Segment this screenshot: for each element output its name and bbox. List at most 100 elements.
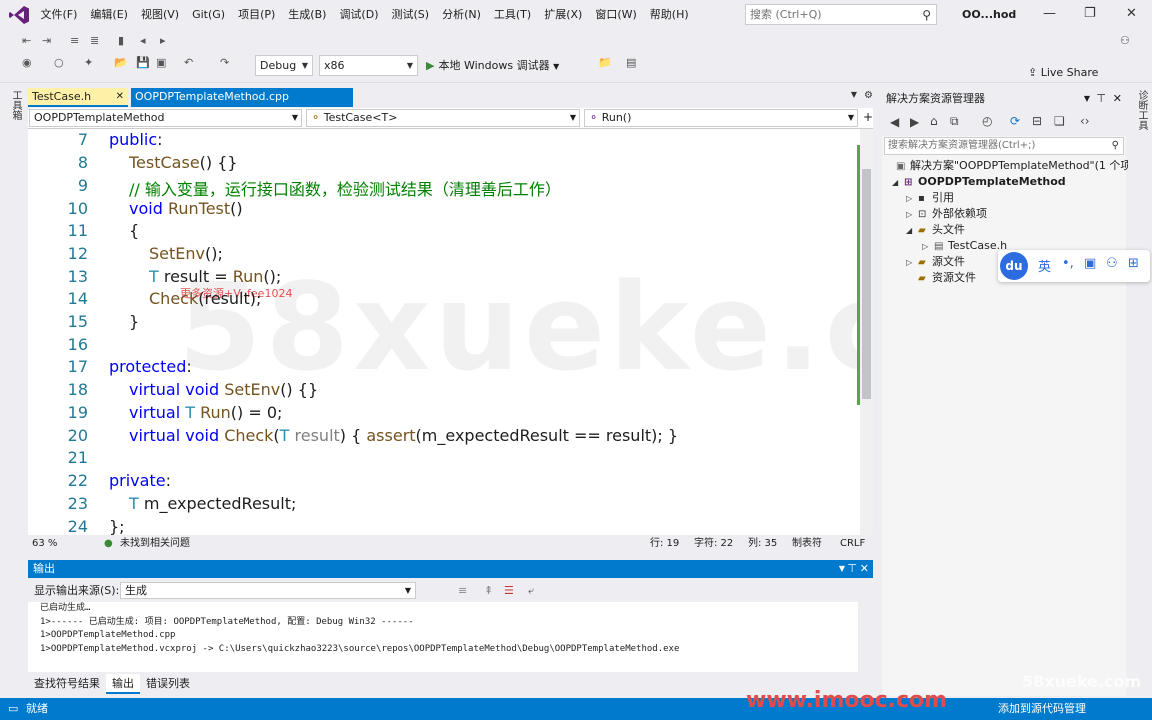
panel-menu-icon[interactable]: ▼	[1084, 88, 1090, 110]
menu-debug[interactable]: 调试(D)	[333, 0, 385, 30]
bookmark-icon[interactable]: ▮	[118, 34, 124, 47]
menu-file[interactable]: 文件(F)	[34, 0, 84, 30]
clear-all-icon[interactable]: ☰	[504, 584, 514, 597]
goto-prev-icon[interactable]: ⇞	[484, 584, 493, 597]
code-token: T	[185, 403, 201, 422]
start-debugging-button[interactable]: ▶ 本地 Windows 调试器 ▼	[426, 57, 559, 73]
scrollbar-thumb[interactable]	[862, 169, 871, 399]
tabs-indicator[interactable]: 制表符	[792, 535, 822, 552]
menu-edit[interactable]: 编辑(E)	[84, 0, 135, 30]
collapse-all-icon[interactable]: ⊟	[1032, 114, 1042, 128]
code-view-icon[interactable]: ‹›	[1080, 114, 1090, 128]
restore-icon[interactable]: ❐	[1084, 6, 1096, 21]
back-icon[interactable]: ◀	[890, 115, 899, 129]
indent-icon[interactable]: ⇥	[42, 34, 51, 47]
configuration-select[interactable]: Debug ▼	[255, 55, 313, 76]
back-icon[interactable]: ◉	[22, 56, 32, 69]
tab-oopdp-cpp[interactable]: OOPDPTemplateMethod.cpp	[131, 88, 353, 107]
ime-language[interactable]: 英	[1038, 256, 1051, 275]
tree-header-files-node[interactable]: ◢ ▰ 头文件	[906, 222, 965, 238]
tab-testcase-h[interactable]: TestCase.h ✕	[28, 88, 128, 107]
uncomment-icon[interactable]: ≣	[90, 34, 99, 47]
toolbox-tab[interactable]: 工具箱	[8, 90, 23, 120]
pending-changes-icon[interactable]: ◴	[982, 114, 992, 128]
show-all-files-icon[interactable]: ❏	[1054, 114, 1065, 128]
menu-analyze[interactable]: 分析(N)	[436, 0, 488, 30]
undo-icon[interactable]: ↶	[184, 56, 193, 69]
close-panel-icon[interactable]: ✕	[860, 560, 869, 578]
align-icon[interactable]: ⇤	[22, 34, 31, 47]
char-indicator: 字符: 22	[694, 538, 734, 549]
output-source-select[interactable]: 生成 ▼	[120, 582, 416, 599]
toolbox-icon[interactable]: ▣	[1084, 256, 1096, 271]
save-icon[interactable]: 💾	[136, 56, 150, 69]
comment-icon[interactable]: ≡	[70, 34, 79, 47]
live-share-button[interactable]: ⇪ Live Share	[1028, 66, 1098, 79]
solution-search-input[interactable]: 搜索解决方案资源管理器(Ctrl+;) ⚲	[884, 137, 1124, 155]
next-bookmark-icon[interactable]: ▸	[160, 34, 166, 47]
pin-icon[interactable]: ⊤	[847, 560, 857, 578]
tree-external-deps-node[interactable]: ▷ ⊡ 外部依赖项	[906, 206, 987, 222]
platform-select[interactable]: x86 ▼	[319, 55, 418, 76]
pin-icon[interactable]: ⊤	[1096, 88, 1106, 110]
word-wrap-icon[interactable]: ⤶	[528, 584, 534, 598]
close-panel-icon[interactable]: ✕	[1113, 88, 1122, 110]
find-in-files-icon[interactable]: 📁	[598, 56, 612, 69]
menu-view[interactable]: 视图(V)	[134, 0, 185, 30]
menu-git[interactable]: Git(G)	[186, 0, 232, 30]
switch-views-icon[interactable]: ⧉	[950, 114, 959, 129]
tree-references-node[interactable]: ▷ ▪ 引用	[906, 190, 954, 206]
issues-status[interactable]: 未找到相关问题	[120, 535, 190, 552]
output-line: 1>OOPDPTemplateMethod.vcxproj -> C:\User…	[40, 643, 680, 654]
tree-testcase-h-node[interactable]: ▷ ▤ TestCase.h	[922, 238, 1007, 254]
tree-source-files-node[interactable]: ▷ ▰ 源文件	[906, 254, 965, 270]
grid-icon[interactable]: ⊞	[1128, 256, 1139, 271]
search-input[interactable]: 搜索 (Ctrl+Q) ⚲	[745, 4, 937, 25]
menu-tools[interactable]: 工具(T)	[487, 0, 537, 30]
tab-dropdown-icon[interactable]: ▼	[851, 90, 857, 99]
account-icon[interactable]: ⚇	[1120, 34, 1130, 47]
menu-extensions[interactable]: 扩展(X)	[538, 0, 589, 30]
new-item-icon[interactable]: ✦	[84, 56, 93, 69]
close-tab-icon[interactable]: ✕	[116, 88, 124, 106]
code-editor[interactable]: 58xueke.com 更多资源+V: fee1024 7 8 9 10 11 …	[28, 129, 860, 535]
project-dropdown[interactable]: OOPDPTemplateMethod ▼	[29, 109, 302, 127]
tab-output[interactable]: 输出	[106, 674, 140, 694]
tab-find-symbol-results[interactable]: 查找符号结果	[28, 674, 106, 694]
menu-test[interactable]: 测试(S)	[385, 0, 436, 30]
editor-scrollbar[interactable]	[860, 129, 873, 535]
screenshot-icon[interactable]: ▤	[626, 56, 636, 69]
redo-icon[interactable]: ↷	[220, 56, 229, 69]
save-all-icon[interactable]: ▣	[156, 56, 166, 69]
scope-dropdown[interactable]: ⚬ TestCase<T> ▼	[306, 109, 580, 127]
right-tool-strip: 诊断工具	[1128, 84, 1152, 696]
tree-solution-node[interactable]: ▣ 解决方案"OOPDPTemplateMethod"(1 个项	[896, 158, 1131, 174]
ime-logo[interactable]: du	[1000, 252, 1028, 280]
eol-indicator[interactable]: CRLF	[840, 535, 865, 552]
prev-bookmark-icon[interactable]: ◂	[140, 34, 146, 47]
sync-icon[interactable]: ⟳	[1010, 114, 1020, 128]
menu-window[interactable]: 窗口(W)	[589, 0, 643, 30]
tab-error-list[interactable]: 错误列表	[140, 674, 196, 694]
close-icon[interactable]: ✕	[1126, 6, 1137, 21]
tree-project-node[interactable]: ◢ ⊞ OOPDPTemplateMethod	[892, 174, 1066, 190]
settings-icon[interactable]: ⚙	[864, 90, 873, 101]
add-source-control[interactable]: 添加到源代码管理	[998, 698, 1086, 720]
find-message-icon[interactable]: ≡	[458, 584, 467, 597]
user-icon[interactable]: ⚇	[1106, 256, 1118, 271]
tree-resource-files-node[interactable]: ▰ 资源文件	[918, 270, 976, 286]
member-dropdown[interactable]: ⚬ Run() ▼	[584, 109, 858, 127]
panel-menu-icon[interactable]: ▼	[839, 560, 845, 578]
open-icon[interactable]: 📂	[114, 56, 128, 69]
forward-icon[interactable]: ▶	[910, 115, 919, 129]
split-editor-icon[interactable]: +	[863, 110, 873, 124]
menu-build[interactable]: 生成(B)	[282, 0, 333, 30]
menu-help[interactable]: 帮助(H)	[643, 0, 695, 30]
punctuation-icon[interactable]: •,	[1062, 256, 1074, 271]
minimize-icon[interactable]: —	[1043, 6, 1056, 21]
home-icon[interactable]: ⌂	[930, 114, 938, 128]
zoom-level[interactable]: 63 %	[32, 535, 57, 552]
diagnostic-tools-tab[interactable]: 诊断工具	[1134, 90, 1149, 130]
forward-icon[interactable]: ○	[54, 56, 64, 69]
menu-project[interactable]: 项目(P)	[232, 0, 282, 30]
